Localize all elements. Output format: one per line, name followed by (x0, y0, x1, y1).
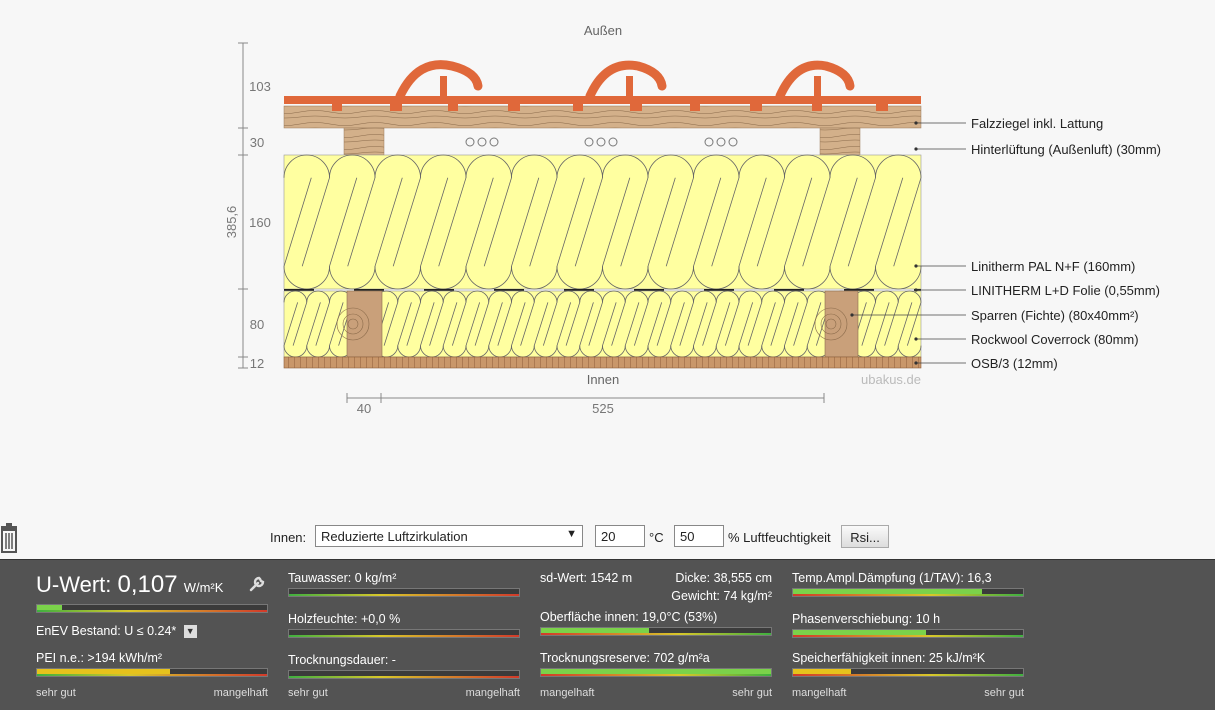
u-value-unit: W/m²K (183, 580, 224, 595)
bottom-dimension-line (346, 393, 825, 403)
outside-label: Außen (584, 23, 622, 38)
climate-select-value: Reduzierte Luftzirkulation (321, 529, 468, 544)
enev-dropdown-icon[interactable]: ▼ (183, 625, 197, 639)
pei-bar (36, 668, 268, 677)
temperature-input[interactable]: 20 (595, 525, 645, 547)
insulation-lower (283, 290, 922, 358)
layer-label-coverrock: Rockwool Coverrock (80mm) (971, 332, 1139, 347)
dim-osb: 12 (250, 356, 264, 371)
temperature-unit: °C (649, 530, 664, 545)
layer-label-ventilation: Hinterlüftung (Außenluft) (30mm) (971, 142, 1161, 157)
u-value-display: U-Wert: 0,107 W/m²K (36, 571, 223, 599)
ventilation-layer (343, 127, 861, 156)
left-dimension-line (238, 42, 248, 369)
layer-label-tiles: Falzziegel inkl. Lattung (971, 116, 1103, 131)
trocknungsdauer-bar (288, 670, 520, 679)
scale-good-label: sehr gut (36, 687, 76, 699)
scale-col4: mangelhaft sehr gut (792, 687, 1024, 699)
humidity-unit: % Luftfeuchtigkeit (728, 530, 831, 545)
scale-bad-label: mangelhaft (465, 687, 520, 699)
tauwasser-bar (288, 588, 520, 597)
rsi-button[interactable]: Rsi... (841, 525, 889, 548)
scale-col3: mangelhaft sehr gut (540, 687, 772, 699)
trocknungsreserve-label: Trocknungsreserve: 702 g/m²a (540, 651, 710, 665)
results-col-moisture: Tauwasser: 0 kg/m² Holzfeuchte: +0,0 % T… (288, 560, 524, 710)
oberflaeche-bar (540, 627, 772, 636)
u-value: 0,107 (117, 571, 178, 598)
layer-label-rafter: Sparren (Fichte) (80x40mm²) (971, 308, 1139, 323)
trocknungsdauer-label: Trocknungsdauer: - (288, 653, 396, 667)
tauwasser-label: Tauwasser: 0 kg/m² (288, 571, 397, 585)
osb-layer (283, 356, 922, 369)
holzfeuchte-bar (288, 629, 520, 638)
holzfeuchte-label: Holzfeuchte: +0,0 % (288, 612, 401, 626)
humidity-input[interactable]: 50 (674, 525, 724, 547)
dim-insulation-bottom: 80 (250, 317, 264, 332)
u-value-label: U-Wert: (36, 572, 112, 597)
scale-bad-label: mangelhaft (792, 687, 847, 699)
speicher-bar (792, 668, 1024, 677)
oberflaeche-label: Oberfläche innen: 19,0°C (53%) (540, 610, 718, 624)
dim-rafter-spacing: 525 (592, 401, 614, 416)
trocknungsreserve-bar (540, 668, 772, 677)
inside-climate-label: Innen: (270, 530, 307, 545)
phasen-label: Phasenverschiebung: 10 h (792, 612, 941, 626)
scale-good-label: sehr gut (984, 687, 1024, 699)
gewicht-label: Gewicht: 74 kg/m² (671, 589, 772, 603)
inside-label: Innen (587, 372, 620, 387)
total-thickness: 385,6 (224, 206, 239, 239)
dim-insulation-top: 160 (249, 215, 271, 230)
layer-label-foil: LINITHERM L+D Folie (0,55mm) (971, 283, 1160, 298)
enev-requirement[interactable]: EnEV Bestand: U ≤ 0.24* ▼ (36, 624, 197, 639)
insulation-upper (283, 154, 922, 290)
pei-label: PEI n.e.: >194 kWh/m² (36, 651, 163, 665)
temp-ampl-bar (792, 588, 1024, 597)
scale-bad-label: mangelhaft (213, 687, 268, 699)
tile-layer (283, 60, 922, 129)
speicher-label: Speicherfähigkeit innen: 25 kJ/m²K (792, 651, 986, 665)
dicke-label: Dicke: 38,555 cm (675, 571, 772, 585)
results-col-uwert: U-Wert: 0,107 W/m²K EnEV Bestand: U ≤ 0.… (36, 560, 272, 710)
phasen-bar (792, 629, 1024, 638)
dim-rafter-width: 40 (357, 401, 371, 416)
dim-ventilation: 30 (250, 135, 264, 150)
temp-ampl-label: Temp.Ampl.Dämpfung (1/TAV): 16,3 (792, 571, 992, 585)
roof-construction-diagram: Außen Innen ubakus.de 385,6 103 30 160 8… (224, 23, 1161, 416)
results-panel: U-Wert: 0,107 W/m²K EnEV Bestand: U ≤ 0.… (0, 559, 1215, 710)
wrench-icon[interactable] (248, 575, 266, 593)
climate-select[interactable]: Reduzierte Luftzirkulation ▼ (315, 525, 583, 547)
results-col-thermal: Temp.Ampl.Dämpfung (1/TAV): 16,3 Phasenv… (792, 560, 1028, 710)
climate-controls: Innen: Reduzierte Luftzirkulation ▼ 20 °… (0, 524, 1215, 550)
scale-col1: sehr gut mangelhaft (36, 687, 268, 699)
scale-good-label: sehr gut (732, 687, 772, 699)
dim-tiles: 103 (249, 79, 271, 94)
scale-bad-label: mangelhaft (540, 687, 595, 699)
scale-good-label: sehr gut (288, 687, 328, 699)
u-value-bar (36, 604, 268, 613)
results-col-sd: sd-Wert: 1542 m Dicke: 38,555 cm Gewicht… (540, 560, 776, 710)
layer-label-osb: OSB/3 (12mm) (971, 356, 1058, 371)
scale-col2: sehr gut mangelhaft (288, 687, 520, 699)
enev-text: EnEV Bestand: U ≤ 0.24* (36, 624, 177, 638)
layer-label-insulation-pal: Linitherm PAL N+F (160mm) (971, 259, 1135, 274)
watermark: ubakus.de (861, 372, 921, 387)
dropdown-arrow-icon: ▼ (566, 528, 577, 540)
